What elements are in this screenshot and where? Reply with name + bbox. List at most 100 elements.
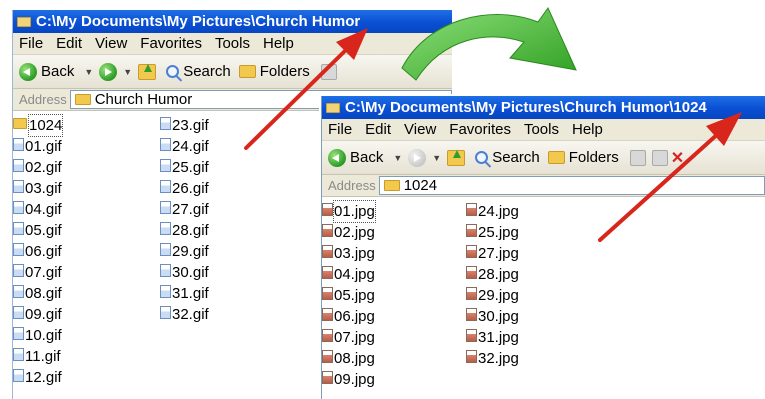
file-item[interactable]: 06.gif bbox=[13, 241, 62, 262]
file-item[interactable]: 03.jpg bbox=[322, 243, 375, 264]
gif-file-icon bbox=[13, 159, 24, 172]
back-dropdown-icon[interactable]: ▼ bbox=[393, 153, 402, 163]
file-item[interactable]: 25.gif bbox=[160, 157, 209, 178]
gif-file-icon bbox=[160, 306, 171, 319]
file-item[interactable]: 07.gif bbox=[13, 262, 62, 283]
file-item[interactable]: 23.gif bbox=[160, 115, 209, 136]
menu-favorites[interactable]: Favorites bbox=[449, 121, 511, 138]
folders-button[interactable]: Folders bbox=[547, 149, 619, 166]
menu-help[interactable]: Help bbox=[263, 35, 294, 52]
forward-dropdown-icon[interactable]: ▼ bbox=[432, 153, 441, 163]
file-item[interactable]: 10.gif bbox=[13, 325, 62, 346]
back-button[interactable]: Back bbox=[19, 62, 74, 81]
forward-dropdown-icon[interactable]: ▼ bbox=[123, 67, 132, 77]
file-item[interactable]: 02.jpg bbox=[322, 222, 375, 243]
menu-file[interactable]: File bbox=[19, 35, 43, 52]
menu-favorites[interactable]: Favorites bbox=[140, 35, 202, 52]
file-name: 02.gif bbox=[25, 159, 62, 176]
address-label: Address bbox=[328, 178, 376, 193]
window-title: C:\My Documents\My Pictures\Church Humor bbox=[36, 13, 361, 30]
file-item[interactable]: 03.gif bbox=[13, 178, 62, 199]
back-dropdown-icon[interactable]: ▼ bbox=[84, 67, 93, 77]
file-item[interactable]: 24.gif bbox=[160, 136, 209, 157]
file-item[interactable]: 32.jpg bbox=[466, 348, 519, 369]
file-item[interactable]: 08.gif bbox=[13, 283, 62, 304]
file-name: 09.gif bbox=[25, 306, 62, 323]
gif-file-icon bbox=[160, 222, 171, 235]
title-bar[interactable]: C:\My Documents\My Pictures\Church Humor… bbox=[322, 96, 765, 119]
file-item[interactable]: 30.jpg bbox=[466, 306, 519, 327]
file-name: 08.gif bbox=[25, 285, 62, 302]
delete-icon[interactable]: ✕ bbox=[671, 148, 684, 168]
menu-view[interactable]: View bbox=[404, 121, 436, 138]
back-button[interactable]: Back bbox=[328, 148, 383, 167]
file-item[interactable]: 30.gif bbox=[160, 262, 209, 283]
forward-icon[interactable] bbox=[408, 148, 427, 167]
file-item[interactable]: 08.jpg bbox=[322, 348, 375, 369]
file-column: 01.jpg 02.jpg 03.jpg 04.jpg 05.jpg 06.jpg 07.j… bbox=[322, 200, 376, 390]
menu-tools[interactable]: Tools bbox=[215, 35, 250, 52]
folders-icon bbox=[238, 65, 256, 78]
file-item[interactable]: 29.gif bbox=[160, 241, 209, 262]
file-item[interactable]: 01.jpg bbox=[322, 200, 376, 223]
file-item[interactable]: 05.gif bbox=[13, 220, 62, 241]
file-item[interactable]: 01.gif bbox=[13, 136, 62, 157]
file-item[interactable]: 27.gif bbox=[160, 199, 209, 220]
menu-edit[interactable]: Edit bbox=[365, 121, 391, 138]
move-to-icon[interactable] bbox=[320, 63, 337, 80]
file-item[interactable]: 04.jpg bbox=[322, 264, 375, 285]
file-item[interactable]: 07.jpg bbox=[322, 327, 375, 348]
gif-file-icon bbox=[160, 159, 171, 172]
file-item[interactable]: 32.gif bbox=[160, 304, 209, 325]
forward-icon[interactable] bbox=[99, 62, 118, 81]
gif-file-icon bbox=[160, 180, 171, 193]
file-item[interactable]: 04.gif bbox=[13, 199, 62, 220]
menu-view[interactable]: View bbox=[95, 35, 127, 52]
menu-edit[interactable]: Edit bbox=[56, 35, 82, 52]
file-item[interactable]: 28.gif bbox=[160, 220, 209, 241]
jpg-file-icon bbox=[466, 329, 477, 342]
file-item[interactable]: 29.jpg bbox=[466, 285, 519, 306]
file-name: 29.jpg bbox=[478, 287, 519, 304]
file-item[interactable]: 24.jpg bbox=[466, 201, 519, 222]
menu-file[interactable]: File bbox=[328, 121, 352, 138]
address-value: 1024 bbox=[403, 177, 438, 194]
menu-help[interactable]: Help bbox=[572, 121, 603, 138]
gif-file-icon bbox=[160, 138, 171, 151]
file-name: 09.jpg bbox=[334, 371, 375, 388]
file-item[interactable]: 02.gif bbox=[13, 157, 62, 178]
menu-tools[interactable]: Tools bbox=[524, 121, 559, 138]
file-item[interactable]: 26.gif bbox=[160, 178, 209, 199]
menu-bar: File Edit View Favorites Tools Help bbox=[13, 33, 452, 55]
jpg-file-icon bbox=[322, 203, 333, 216]
file-item[interactable]: 31.jpg bbox=[466, 327, 519, 348]
file-item[interactable]: 09.gif bbox=[13, 304, 62, 325]
file-item[interactable]: 27.jpg bbox=[466, 243, 519, 264]
file-item[interactable]: 09.jpg bbox=[322, 369, 375, 390]
folders-button[interactable]: Folders bbox=[238, 63, 310, 80]
file-item[interactable]: 28.jpg bbox=[466, 264, 519, 285]
gif-file-icon bbox=[160, 117, 171, 130]
file-name: 26.gif bbox=[172, 180, 209, 197]
file-name: 32.gif bbox=[172, 306, 209, 323]
search-button[interactable]: Search bbox=[166, 63, 231, 80]
file-name: 01.gif bbox=[25, 138, 62, 155]
search-icon bbox=[475, 151, 489, 164]
file-item[interactable]: 12.gif bbox=[13, 367, 62, 388]
file-item[interactable]: 25.jpg bbox=[466, 222, 519, 243]
file-item[interactable]: 06.jpg bbox=[322, 306, 375, 327]
search-button[interactable]: Search bbox=[475, 149, 540, 166]
copy-to-icon[interactable] bbox=[651, 149, 668, 166]
gif-file-icon bbox=[160, 243, 171, 256]
file-item[interactable]: 05.jpg bbox=[322, 285, 375, 306]
title-bar[interactable]: C:\My Documents\My Pictures\Church Humor bbox=[13, 10, 452, 33]
file-item[interactable]: 11.gif bbox=[13, 346, 62, 367]
move-to-icon[interactable] bbox=[629, 149, 646, 166]
file-name: 31.jpg bbox=[478, 329, 519, 346]
up-folder-icon[interactable] bbox=[138, 63, 157, 80]
file-item[interactable]: 1024 bbox=[13, 114, 64, 137]
file-item[interactable]: 31.gif bbox=[160, 283, 209, 304]
address-input[interactable]: 1024 bbox=[378, 176, 765, 195]
file-name: 30.gif bbox=[172, 264, 209, 281]
up-folder-icon[interactable] bbox=[447, 149, 466, 166]
